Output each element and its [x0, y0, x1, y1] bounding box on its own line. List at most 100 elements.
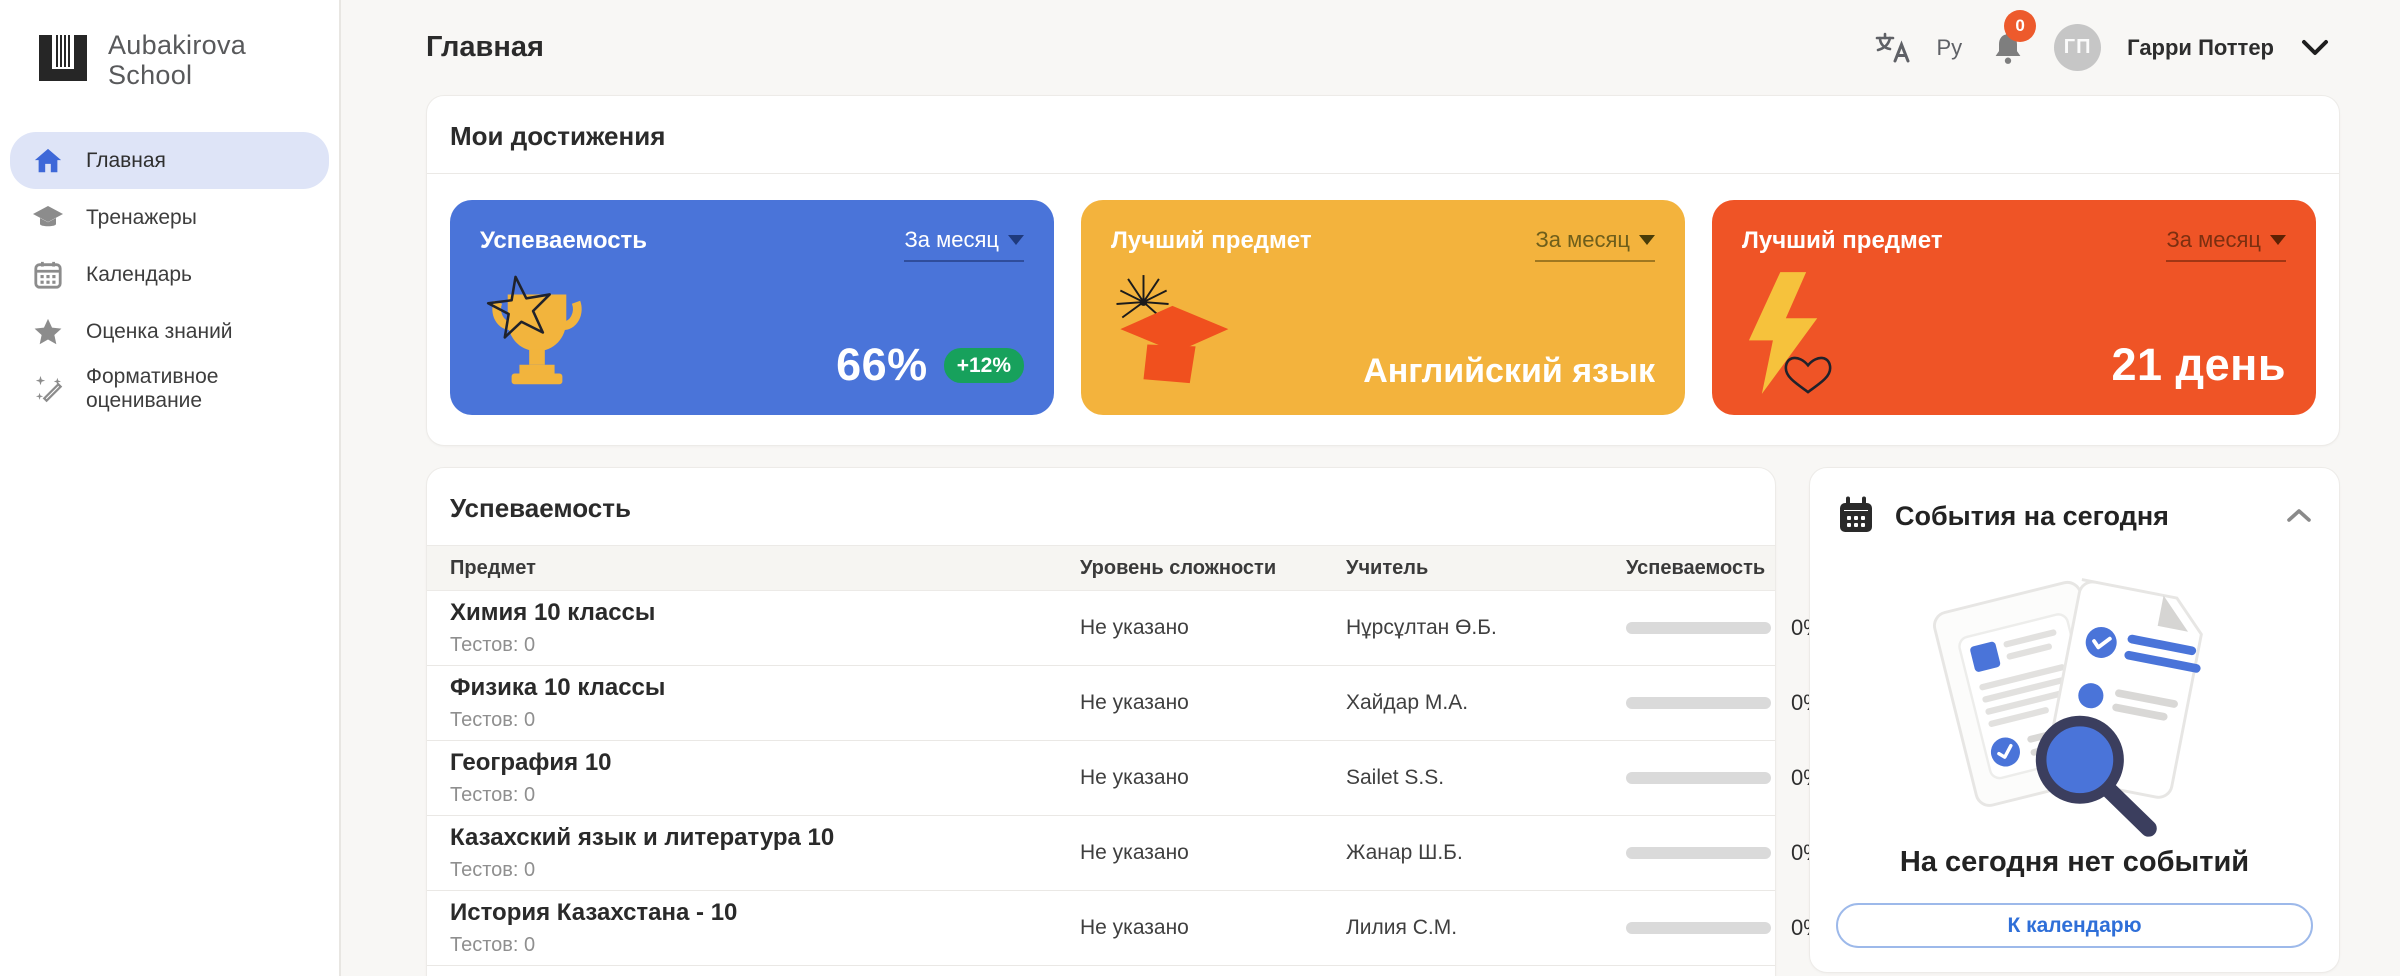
- teacher-cell: Лилия С.М.: [1346, 916, 1626, 940]
- achievement-cards: Успеваемость За месяц: [427, 174, 2339, 445]
- language-label[interactable]: Ру: [1936, 35, 1962, 61]
- stat-value: 66%: [836, 339, 928, 391]
- sidebar-item-home[interactable]: Главная: [10, 132, 329, 189]
- notifications-button[interactable]: 0: [1988, 28, 2028, 68]
- events-header: События на сегодня: [1836, 496, 2313, 536]
- sidebar: Aubakirova School Главная Тренажеры: [0, 0, 341, 976]
- sidebar-item-assessment[interactable]: Оценка знаний: [10, 303, 329, 360]
- sidebar-item-label: Формативное оценивание: [86, 365, 329, 413]
- best-subject-stat-card: Лучший предмет За месяц: [1081, 200, 1685, 415]
- progress-bar: [1626, 622, 1771, 634]
- table-row[interactable]: География 10 Тестов: 0 Не указано Sailet…: [427, 741, 1775, 816]
- topbar: Главная Ру 0 ГП Гарри Поттер: [426, 0, 2340, 95]
- brand-line2: School: [108, 60, 192, 90]
- achievements-panel: Мои достижения Успеваемость За месяц: [426, 95, 2340, 446]
- main-content: Главная Ру 0 ГП Гарри Поттер: [343, 0, 2400, 976]
- user-menu-chevron-down-icon[interactable]: [2300, 37, 2330, 59]
- notification-badge: 0: [2004, 10, 2036, 42]
- school-logo-icon: [36, 34, 90, 87]
- collapse-chevron-up-icon[interactable]: [2285, 506, 2313, 526]
- stat-card-label: Лучший предмет: [1111, 227, 1312, 255]
- column-teacher: Учитель: [1346, 557, 1626, 580]
- subject-tests: Тестов: 0: [450, 859, 1080, 882]
- home-icon: [32, 145, 64, 177]
- table-header: Предмет Уровень сложности Учитель Успева…: [427, 545, 1775, 591]
- performance-title: Успеваемость: [427, 468, 1775, 545]
- level-cell: Не указано: [1080, 766, 1346, 790]
- trainers-icon: [32, 202, 64, 234]
- subject-tests: Тестов: 0: [450, 709, 1080, 732]
- sidebar-item-label: Календарь: [86, 263, 192, 287]
- performance-panel: Успеваемость Предмет Уровень сложности У…: [426, 467, 1776, 976]
- progress-bar: [1626, 847, 1771, 859]
- to-calendar-button[interactable]: К календарю: [1836, 903, 2313, 948]
- period-label: За месяц: [2166, 227, 2261, 253]
- topbar-actions: Ру 0 ГП Гарри Поттер: [1874, 24, 2340, 71]
- stat-card-label: Успеваемость: [480, 227, 647, 255]
- subject-name[interactable]: Физика 10 классы: [450, 674, 1080, 702]
- level-cell: Не указано: [1080, 691, 1346, 715]
- period-selector[interactable]: За месяц: [2166, 227, 2286, 262]
- sparkles-icon: [32, 373, 64, 405]
- no-events-text: На сегодня нет событий: [1836, 846, 2313, 879]
- stat-value: 21 день: [2112, 339, 2287, 391]
- subject-name[interactable]: География 10: [450, 749, 1080, 777]
- no-events-illustration: [1836, 542, 2313, 842]
- delta-badge: +12%: [944, 348, 1024, 383]
- caret-down-icon: [2270, 235, 2286, 245]
- events-title: События на сегодня: [1895, 501, 2169, 532]
- teacher-cell: Жанар Ш.Б.: [1346, 841, 1626, 865]
- sidebar-item-label: Главная: [86, 149, 166, 173]
- column-performance: Успеваемость: [1626, 557, 1765, 580]
- achievements-title: Мои достижения: [427, 96, 2339, 173]
- events-panel: События на сегодня: [1809, 467, 2340, 973]
- column-level: Уровень сложности: [1080, 557, 1346, 580]
- sidebar-item-label: Тренажеры: [86, 206, 197, 230]
- level-cell: Не указано: [1080, 916, 1346, 940]
- brand-name: Aubakirova School: [108, 30, 246, 90]
- caret-down-icon: [1639, 235, 1655, 245]
- period-selector[interactable]: За месяц: [1535, 227, 1655, 262]
- brand-logo: Aubakirova School: [0, 0, 339, 90]
- page-title: Главная: [426, 31, 544, 64]
- level-cell: Не указано: [1080, 841, 1346, 865]
- subject-tests: Тестов: 0: [450, 784, 1080, 807]
- trophy-icon: [478, 271, 596, 401]
- stat-value: Английский язык: [1363, 352, 1655, 391]
- subject-name[interactable]: История Казахстана - 10: [450, 899, 1080, 927]
- user-name: Гарри Поттер: [2127, 35, 2274, 61]
- subject-tests: Тестов: 0: [450, 634, 1080, 657]
- streak-stat-card: Лучший предмет За месяц 21 день: [1712, 200, 2316, 415]
- brand-line1: Aubakirova: [108, 30, 246, 60]
- sidebar-item-trainers[interactable]: Тренажеры: [10, 189, 329, 246]
- teacher-cell: Sailet S.S.: [1346, 766, 1626, 790]
- caret-down-icon: [1008, 235, 1024, 245]
- level-cell: Не указано: [1080, 616, 1346, 640]
- period-label: За месяц: [904, 227, 999, 253]
- calendar-icon: [32, 259, 64, 291]
- avatar[interactable]: ГП: [2054, 24, 2101, 71]
- table-row[interactable]: Химия 10 классы Тестов: 0 Не указано Нұр…: [427, 591, 1775, 666]
- subject-tests: Тестов: 0: [450, 934, 1080, 957]
- performance-stat-card: Успеваемость За месяц: [450, 200, 1054, 415]
- progress-bar: [1626, 772, 1771, 784]
- table-row[interactable]: История Казахстана - 10 Тестов: 0 Не ука…: [427, 891, 1775, 966]
- table-row[interactable]: Физика 10 классы Тестов: 0 Не указано Ха…: [427, 666, 1775, 741]
- sidebar-nav: Главная Тренажеры: [0, 132, 339, 417]
- period-label: За месяц: [1535, 227, 1630, 253]
- lightning-icon: [1736, 268, 1856, 403]
- subject-name[interactable]: Казахский язык и литература 10: [450, 824, 1080, 852]
- subject-name[interactable]: Химия 10 классы: [450, 599, 1080, 627]
- table-row[interactable]: English 10: [427, 966, 1775, 976]
- graduation-cap-icon: [1103, 272, 1238, 395]
- sidebar-item-label: Оценка знаний: [86, 320, 233, 344]
- period-selector[interactable]: За месяц: [904, 227, 1024, 262]
- table-row[interactable]: Казахский язык и литература 10 Тестов: 0…: [427, 816, 1775, 891]
- star-icon: [32, 316, 64, 348]
- sidebar-item-formative[interactable]: Формативное оценивание: [10, 360, 329, 417]
- language-switcher-icon[interactable]: [1874, 30, 1910, 66]
- column-subject: Предмет: [450, 557, 1080, 580]
- sidebar-item-calendar[interactable]: Календарь: [10, 246, 329, 303]
- calendar-dark-icon: [1836, 496, 1876, 536]
- bottom-row: Успеваемость Предмет Уровень сложности У…: [426, 467, 2340, 976]
